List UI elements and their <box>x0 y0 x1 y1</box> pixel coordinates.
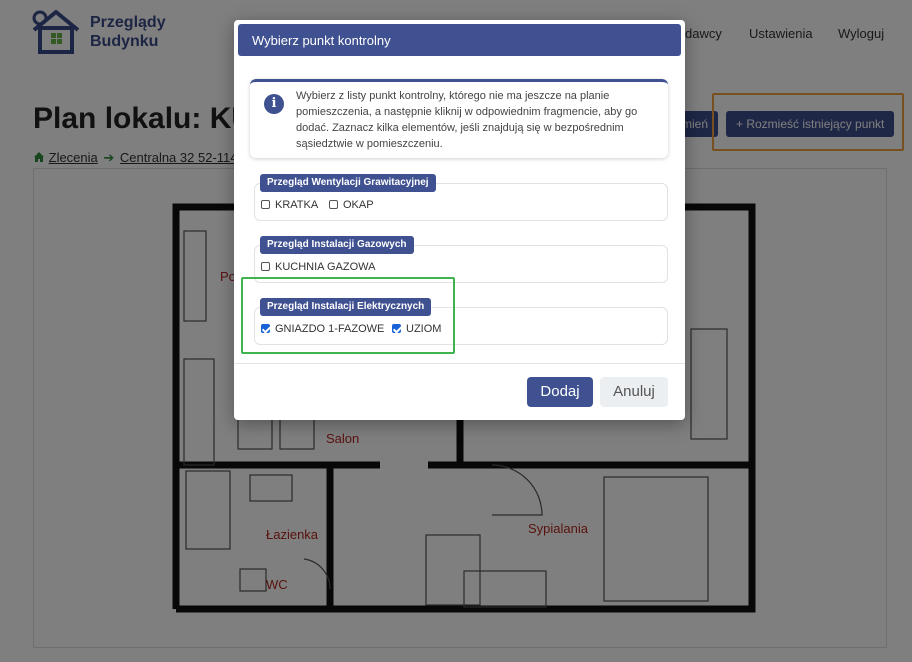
green-highlight-frame <box>241 277 455 354</box>
checkbox-unchecked-icon[interactable] <box>329 200 338 209</box>
checkbox-okap[interactable]: OKAP <box>329 199 374 213</box>
checkbox-unchecked-icon[interactable] <box>261 262 270 271</box>
cancel-button[interactable]: Anuluj <box>600 377 668 407</box>
modal-title: Wybierz punkt kontrolny <box>252 33 391 48</box>
group-title: Przegląd Wentylacji Grawitacyjnej <box>260 174 436 192</box>
add-button[interactable]: Dodaj <box>527 377 593 407</box>
info-alert: i Wybierz z listy punkt kontrolny, które… <box>250 79 668 158</box>
checkbox-unchecked-icon[interactable] <box>261 200 270 209</box>
checkbox-label: KRATKA <box>275 199 319 211</box>
select-checkpoint-modal: Wybierz punkt kontrolny i Wybierz z list… <box>234 20 685 420</box>
checkbox-kuchnia-gazowa[interactable]: KUCHNIA GAZOWA <box>261 261 375 275</box>
modal-header: Wybierz punkt kontrolny <box>238 24 681 56</box>
checkbox-label: KUCHNIA GAZOWA <box>275 261 376 273</box>
info-icon: i <box>264 94 284 114</box>
checkbox-kratka[interactable]: KRATKA <box>261 199 318 213</box>
info-text: Wybierz z listy punkt kontrolny, którego… <box>296 90 638 150</box>
modal-footer-divider <box>234 363 685 364</box>
group-title: Przegląd Instalacji Gazowych <box>260 236 414 254</box>
checkpoint-group-ventilation: Przegląd Wentylacji Grawitacyjnej KRATKA… <box>254 174 668 221</box>
checkbox-label: OKAP <box>343 199 374 211</box>
